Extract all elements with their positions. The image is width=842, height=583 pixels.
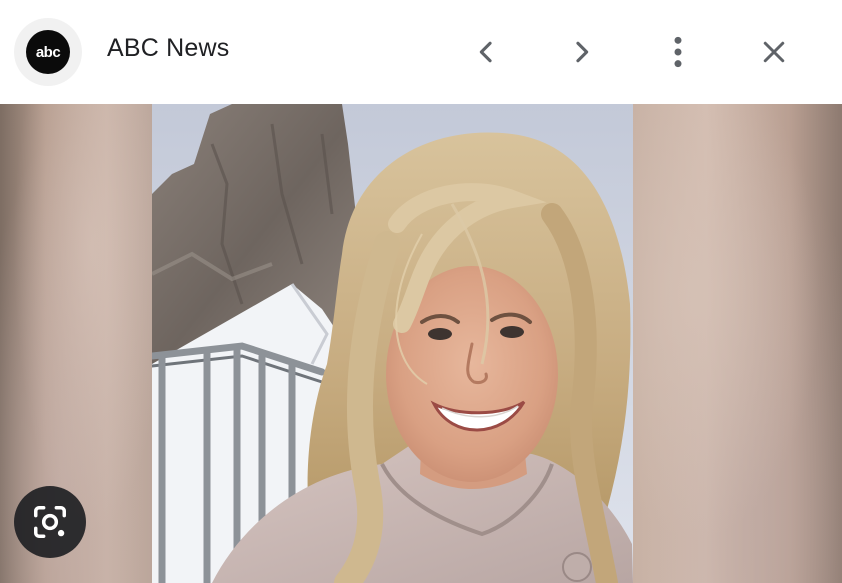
main-photo[interactable] bbox=[152, 104, 633, 583]
close-icon bbox=[763, 41, 785, 63]
more-vert-icon bbox=[674, 36, 682, 68]
chevron-right-icon bbox=[576, 41, 589, 63]
more-options-button[interactable] bbox=[654, 28, 702, 76]
previous-button[interactable] bbox=[462, 28, 510, 76]
next-button[interactable] bbox=[558, 28, 606, 76]
lens-search-button[interactable] bbox=[14, 486, 86, 558]
source-name[interactable]: ABC News bbox=[107, 34, 229, 63]
source-logo[interactable]: abc bbox=[14, 18, 82, 86]
close-button[interactable] bbox=[750, 28, 798, 76]
image-stage bbox=[0, 104, 842, 583]
image-viewer: abc ABC News bbox=[0, 0, 842, 583]
viewer-header: abc ABC News bbox=[0, 0, 842, 104]
lens-icon bbox=[34, 506, 66, 538]
blurred-backdrop-right bbox=[633, 104, 842, 583]
chevron-left-icon bbox=[479, 41, 492, 63]
abc-logo-icon: abc bbox=[26, 30, 70, 74]
selfie-photo bbox=[152, 104, 633, 583]
